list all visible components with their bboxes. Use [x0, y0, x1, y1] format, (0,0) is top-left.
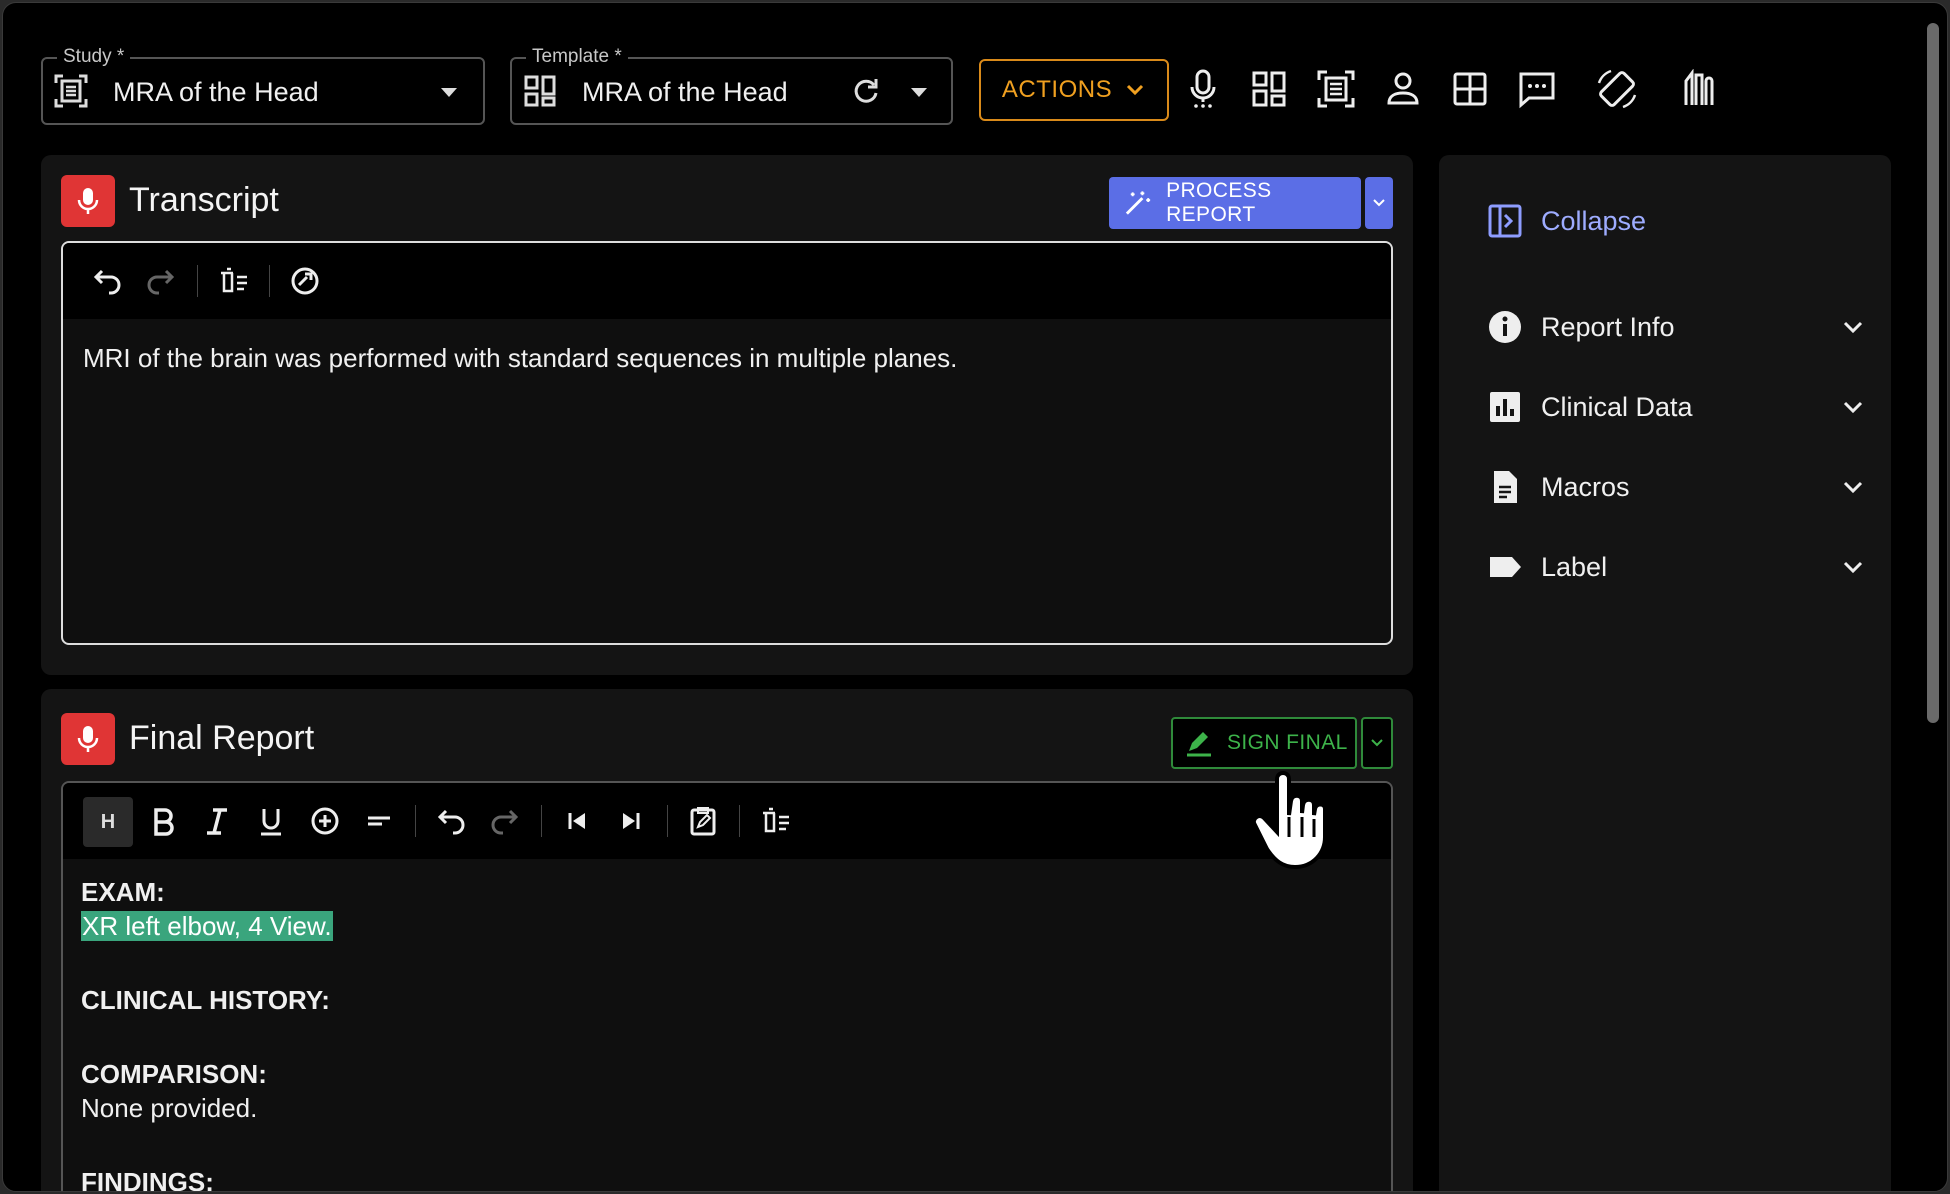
clear-format-icon[interactable]: [759, 805, 791, 837]
clear-format-icon[interactable]: [217, 265, 249, 297]
microphone-icon[interactable]: [1183, 69, 1223, 109]
comment-icon[interactable]: [1517, 69, 1557, 109]
final-report-editor[interactable]: H EXAM: XR left elbow, 4 View. CLINICAL HI…: [61, 781, 1393, 1192]
final-report-mic-button[interactable]: [61, 713, 115, 765]
sidebar-item-report-info[interactable]: Report Info: [1487, 305, 1867, 349]
info-icon: [1489, 311, 1521, 343]
chevron-down-icon: [1373, 199, 1385, 207]
heading-button[interactable]: H: [83, 797, 133, 847]
sidebar-collapse-button[interactable]: Collapse: [1487, 199, 1867, 243]
sidebar-item-label: Clinical Data: [1541, 391, 1693, 422]
report-line: None provided.: [81, 1093, 258, 1123]
study-value: MRA of the Head: [113, 77, 319, 107]
report-line: EXAM:: [81, 877, 165, 907]
scrollbar-thumb[interactable]: [1927, 23, 1939, 723]
report-line: [81, 943, 1371, 983]
template-legend: Template *: [526, 46, 628, 68]
person-icon[interactable]: [1383, 69, 1423, 109]
report-line: FINDINGS:: [81, 1167, 214, 1192]
document-scan-icon: [54, 74, 88, 108]
app-window: Study * MRA of the Head Template * MRA o…: [2, 2, 1948, 1192]
redo-icon[interactable]: [489, 805, 521, 837]
final-report-panel: Final Report SIGN FINAL H EXAM: XR left …: [41, 689, 1413, 1192]
actions-label: ACTIONS: [1001, 76, 1113, 103]
actions-button[interactable]: ACTIONS: [979, 59, 1169, 121]
bar-chart-icon: [1490, 392, 1520, 422]
collapse-panel-icon: [1488, 204, 1522, 238]
chevron-down-icon[interactable]: [441, 88, 457, 97]
collapse-label: Collapse: [1541, 205, 1647, 236]
template-select[interactable]: Template * MRA of the Head: [510, 46, 953, 125]
process-report-button[interactable]: PROCESS REPORT: [1109, 177, 1361, 229]
dashboard-icon: [524, 75, 556, 107]
undo-icon[interactable]: [91, 265, 123, 297]
sign-final-label: SIGN FINAL: [1227, 731, 1348, 754]
transcript-mic-button[interactable]: [61, 175, 115, 227]
transcript-title: Transcript: [129, 181, 279, 219]
chevron-down-icon: [1843, 321, 1863, 334]
redo-icon[interactable]: [145, 265, 177, 297]
report-line: CLINICAL HISTORY:: [81, 985, 330, 1015]
underline-icon[interactable]: [255, 805, 287, 837]
report-line: [81, 1017, 1371, 1057]
sidebar-item-label: Report Info: [1541, 311, 1675, 342]
transcript-toolbar: [63, 243, 1391, 319]
sidebar-item-label: Label: [1541, 551, 1608, 582]
document-scan-icon[interactable]: [1316, 69, 1356, 109]
sidebar-item-macros[interactable]: Macros: [1487, 465, 1867, 509]
rotate-screen-icon[interactable]: [1595, 67, 1639, 111]
refresh-icon[interactable]: [850, 75, 882, 107]
label-tag-icon: [1490, 557, 1521, 577]
pencil-icon: [1187, 732, 1211, 757]
sign-final-menu-button[interactable]: [1361, 717, 1393, 769]
dashboard-icon[interactable]: [1250, 69, 1290, 109]
study-legend: Study *: [57, 46, 131, 68]
chevron-down-icon: [1843, 401, 1863, 414]
skip-previous-icon[interactable]: [561, 805, 593, 837]
study-select[interactable]: Study * MRA of the Head: [41, 46, 485, 125]
chevron-down-icon: [1843, 481, 1863, 494]
undo-icon[interactable]: [435, 805, 467, 837]
sign-final-button[interactable]: SIGN FINAL: [1171, 717, 1357, 769]
template-value: MRA of the Head: [582, 77, 788, 107]
chevron-down-icon: [1843, 561, 1863, 574]
text-align-icon[interactable]: [363, 805, 395, 837]
process-report-menu-button[interactable]: [1365, 177, 1393, 229]
spellcheck-icon[interactable]: [289, 265, 321, 297]
report-line: [81, 1125, 1371, 1165]
sidebar-item-clinical-data[interactable]: Clinical Data: [1487, 385, 1867, 429]
hand-cursor-icon: [1252, 771, 1327, 870]
microphone-icon: [77, 726, 99, 752]
skip-next-icon[interactable]: [615, 805, 647, 837]
transcript-text[interactable]: MRI of the brain was performed with stan…: [83, 341, 1371, 375]
highlighted-text[interactable]: XR left elbow, 4 View.: [81, 911, 333, 941]
clipboard-edit-icon[interactable]: [687, 805, 719, 837]
chevron-down-icon: [1127, 84, 1144, 96]
report-line: XR left elbow, 4 View.: [81, 909, 1371, 943]
chevron-down-icon: [1371, 739, 1383, 747]
chevron-down-icon[interactable]: [911, 88, 927, 97]
transcript-editor[interactable]: MRI of the brain was performed with stan…: [61, 241, 1393, 645]
italic-icon[interactable]: [201, 805, 233, 837]
magic-wand-icon: [1125, 191, 1151, 215]
process-report-label: PROCESS REPORT: [1166, 179, 1272, 226]
bold-icon[interactable]: [147, 805, 179, 837]
final-report-title: Final Report: [129, 719, 315, 757]
microphone-icon: [77, 188, 99, 214]
document-icon: [1494, 471, 1517, 503]
final-report-toolbar: H: [63, 783, 1391, 859]
final-report-text[interactable]: EXAM: XR left elbow, 4 View. CLINICAL HIST…: [81, 875, 1371, 1192]
report-line: COMPARISON:: [81, 1059, 267, 1089]
sidebar-item-label-tag[interactable]: Label: [1487, 545, 1867, 589]
sidebar-panel: Collapse Report Info Clinical Data Macro…: [1439, 155, 1891, 1191]
brush-tool-icon[interactable]: [1678, 69, 1718, 109]
grid-icon[interactable]: [1450, 69, 1490, 109]
add-circle-icon[interactable]: [309, 805, 341, 837]
transcript-panel: Transcript PROCESS REPORT MRI of the bra…: [41, 155, 1413, 675]
sidebar-item-label: Macros: [1541, 471, 1630, 502]
